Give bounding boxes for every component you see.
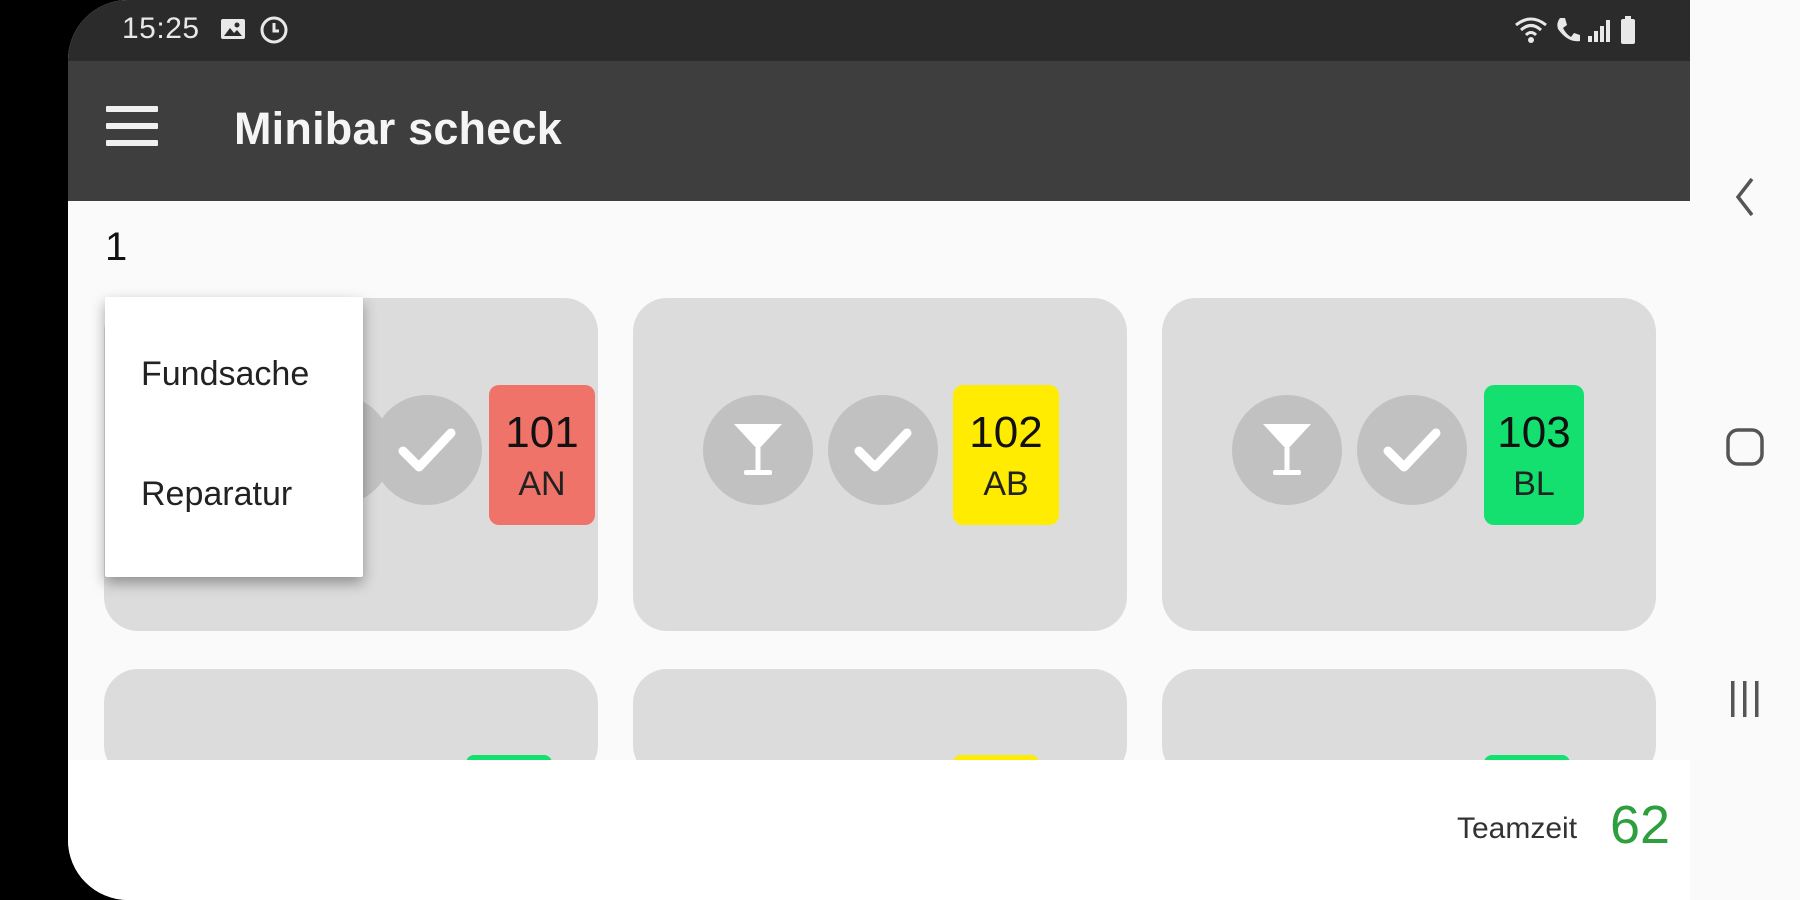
minibar-button[interactable] (703, 395, 813, 505)
check-icon (854, 428, 912, 472)
room-number: 101 (505, 408, 579, 457)
page-title: Minibar scheck (234, 103, 562, 154)
system-nav-bar (1690, 0, 1800, 900)
cocktail-icon (1263, 424, 1311, 475)
signal-icon (1586, 15, 1612, 50)
phone-screen: 15:25 Minibar scheck 1 101 AN 102 AB 103… (68, 0, 1690, 900)
room-card-103[interactable]: 103 BL (1162, 298, 1656, 631)
bottom-bar: Teamzeit 62 (68, 760, 1690, 900)
chevron-left-icon[interactable] (1718, 170, 1772, 224)
room-status: AB (983, 465, 1029, 503)
popup-menu: Fundsache Reparatur (105, 297, 363, 577)
app-bar: Minibar scheck (68, 61, 1690, 201)
minibar-button[interactable] (1232, 395, 1342, 505)
battery-icon (1618, 14, 1638, 51)
wifi-calling-icon (1514, 15, 1548, 50)
hamburger-menu-icon[interactable] (106, 106, 158, 156)
floor-label: 1 (105, 225, 128, 269)
room-badge[interactable]: 103 BL (1484, 385, 1584, 525)
menu-item-fundsache[interactable]: Fundsache (141, 355, 309, 394)
recent-apps-icon[interactable] (1718, 672, 1772, 726)
team-time-label: Teamzeit (1457, 812, 1578, 845)
status-icons (1514, 14, 1638, 51)
status-bar: 15:25 (68, 0, 1690, 61)
team-time-value: 62 (1610, 795, 1671, 855)
check-button[interactable] (828, 395, 938, 505)
menu-item-reparatur[interactable]: Reparatur (141, 475, 292, 514)
gallery-icon (218, 14, 248, 49)
cocktail-icon (734, 424, 782, 475)
clock-icon (258, 14, 290, 51)
check-button[interactable] (1357, 395, 1467, 505)
room-number: 103 (1497, 408, 1571, 457)
room-status: AN (518, 465, 566, 503)
room-badge[interactable]: 101 AN (489, 385, 595, 525)
room-status: BL (1513, 465, 1555, 503)
room-number: 102 (969, 408, 1043, 457)
phone-icon (1554, 15, 1580, 50)
status-time: 15:25 (122, 12, 200, 45)
room-badge[interactable]: 102 AB (953, 385, 1059, 525)
check-button[interactable] (372, 395, 482, 505)
check-icon (398, 428, 456, 472)
room-card-102[interactable]: 102 AB (633, 298, 1127, 631)
home-icon[interactable] (1718, 420, 1772, 474)
check-icon (1383, 428, 1441, 472)
